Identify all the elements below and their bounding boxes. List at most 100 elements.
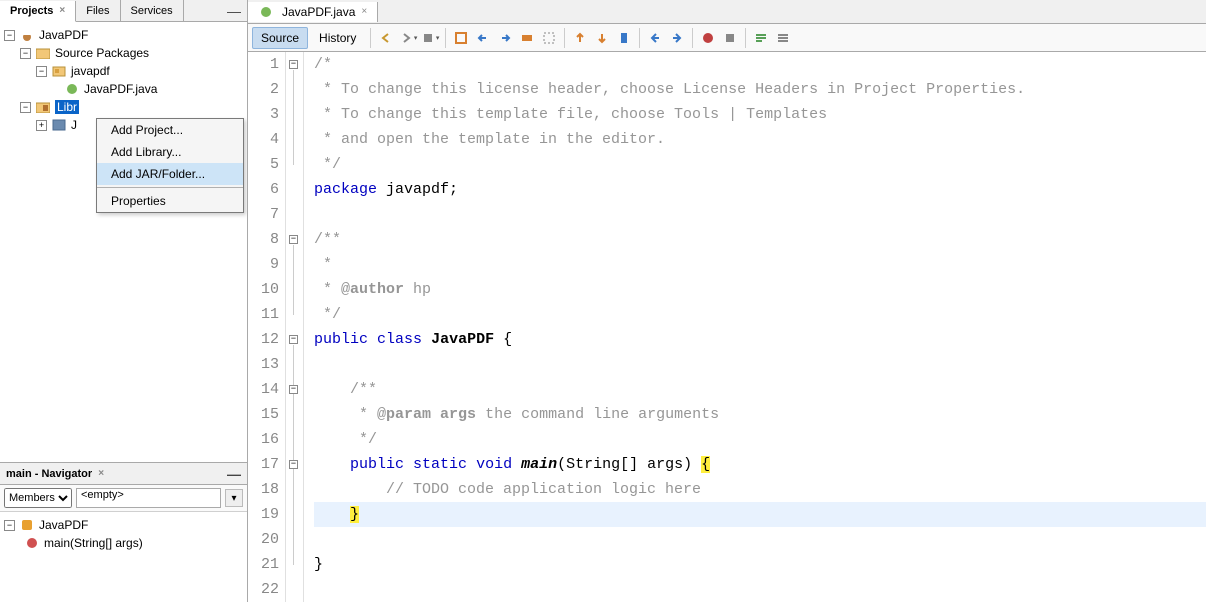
code-text: static [413, 456, 467, 473]
toggle-highlight-icon[interactable] [517, 28, 537, 48]
filter-icon[interactable]: ▾ [225, 489, 243, 507]
package-folder-icon [35, 46, 51, 60]
members-select[interactable]: Members [4, 488, 72, 508]
macro-stop-icon[interactable] [720, 28, 740, 48]
editor-tab-label: JavaPDF.java [282, 5, 355, 19]
code-text: /** [314, 231, 341, 248]
prev-bookmark-icon[interactable] [570, 28, 590, 48]
tab-projects[interactable]: Projects × [0, 1, 76, 22]
minimize-button[interactable]: — [221, 4, 247, 18]
collapse-icon[interactable]: − [4, 520, 15, 531]
code-text [431, 406, 440, 423]
code-text: class [377, 331, 422, 348]
toggle-bookmark-icon[interactable] [614, 28, 634, 48]
code-text: void [476, 456, 512, 473]
fold-toggle[interactable]: − [289, 385, 298, 394]
find-selection-icon[interactable] [451, 28, 471, 48]
tree-package[interactable]: − javapdf [2, 62, 245, 80]
collapse-icon[interactable]: − [20, 102, 31, 113]
collapse-icon[interactable]: − [36, 66, 47, 77]
code-text: * To change this license header, choose … [314, 81, 1025, 98]
editor-tab[interactable]: JavaPDF.java × [248, 2, 378, 22]
nav-last-icon[interactable]: ▾ [420, 28, 440, 48]
collapse-icon[interactable]: − [20, 48, 31, 59]
comment-icon[interactable] [751, 28, 771, 48]
menu-add-library-label: Add Library... [111, 145, 181, 159]
tree-src-label: Source Packages [55, 46, 149, 60]
minimize-button[interactable]: — [221, 467, 247, 481]
code-text: * To change this template file, choose T… [314, 106, 827, 123]
close-icon[interactable]: × [59, 5, 65, 16]
java-class-icon [258, 5, 274, 19]
tree-libraries-label: Libr [55, 100, 79, 114]
history-button-label: History [319, 31, 356, 45]
nav-forward-icon[interactable]: ▾ [398, 28, 418, 48]
tree-jdk-label: J [71, 118, 77, 132]
nav-class[interactable]: − JavaPDF [4, 516, 243, 534]
menu-add-project[interactable]: Add Project... [97, 119, 243, 141]
navigator-panel: main - Navigator × — Members <empty> ▾ −… [0, 462, 247, 602]
nav-back-icon[interactable] [376, 28, 396, 48]
context-menu: Add Project... Add Library... Add JAR/Fo… [96, 118, 244, 213]
code-text: param [386, 406, 431, 423]
navigator-toolbar: Members <empty> ▾ [0, 485, 247, 512]
tree-root-label: JavaPDF [39, 28, 88, 42]
close-icon[interactable]: × [98, 468, 104, 479]
source-button-label: Source [261, 31, 299, 45]
code-text [368, 331, 377, 348]
java-class-icon [64, 82, 80, 96]
fold-toggle[interactable]: − [289, 235, 298, 244]
expand-icon[interactable]: + [36, 120, 47, 131]
menu-add-library[interactable]: Add Library... [97, 141, 243, 163]
code-content[interactable]: /* * To change this license header, choo… [304, 52, 1206, 602]
tree-libraries[interactable]: − Libr [2, 98, 245, 116]
uncomment-icon[interactable] [773, 28, 793, 48]
tree-file[interactable]: JavaPDF.java [2, 80, 245, 98]
collapse-icon[interactable]: − [4, 30, 15, 41]
shift-left-icon[interactable] [645, 28, 665, 48]
source-button[interactable]: Source [252, 27, 308, 49]
find-prev-icon[interactable] [473, 28, 493, 48]
code-text: { [494, 331, 512, 348]
navigator-title: main - Navigator [6, 468, 92, 480]
code-text: main [521, 456, 557, 473]
history-button[interactable]: History [310, 27, 365, 49]
code-text: * @ [314, 406, 386, 423]
code-text: { [701, 456, 710, 473]
tab-files[interactable]: Files [76, 0, 120, 21]
tab-services[interactable]: Services [121, 0, 184, 21]
toggle-rect-icon[interactable] [539, 28, 559, 48]
code-text: * [314, 256, 332, 273]
tree-root[interactable]: − JavaPDF [2, 26, 245, 44]
shift-right-icon[interactable] [667, 28, 687, 48]
fold-toggle[interactable]: − [289, 60, 298, 69]
editor-tab-bar: JavaPDF.java × [248, 0, 1206, 24]
method-icon [24, 536, 40, 550]
tree-src-packages[interactable]: − Source Packages [2, 44, 245, 62]
class-icon [19, 518, 35, 532]
menu-properties[interactable]: Properties [97, 190, 243, 212]
macro-record-icon[interactable] [698, 28, 718, 48]
fold-toggle[interactable]: − [289, 335, 298, 344]
code-text [467, 456, 476, 473]
code-text: author [350, 281, 404, 298]
nav-class-label: JavaPDF [39, 518, 88, 532]
tab-files-label: Files [86, 5, 109, 17]
line-number-gutter: 12345678910111213141516171819202122 [248, 52, 286, 602]
code-text [422, 331, 431, 348]
navigator-filter[interactable]: <empty> [76, 488, 221, 508]
next-bookmark-icon[interactable] [592, 28, 612, 48]
menu-add-project-label: Add Project... [111, 123, 183, 137]
tab-services-label: Services [131, 5, 173, 17]
code-text: javapdf; [377, 181, 458, 198]
code-text [404, 456, 413, 473]
code-text: * @ [314, 281, 350, 298]
find-next-icon[interactable] [495, 28, 515, 48]
close-icon[interactable]: × [361, 6, 367, 17]
nav-method[interactable]: main(String[] args) [4, 534, 243, 552]
fold-gutter: − − − − − [286, 52, 304, 602]
code-editor[interactable]: 12345678910111213141516171819202122 − − … [248, 52, 1206, 602]
menu-add-jar[interactable]: Add JAR/Folder... [97, 163, 243, 185]
fold-toggle[interactable]: − [289, 460, 298, 469]
tab-projects-label: Projects [10, 5, 53, 17]
